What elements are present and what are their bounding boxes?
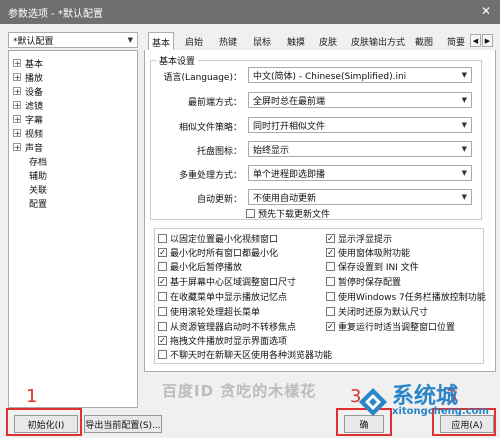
option-checkbox[interactable]: 使用滚轮处理超长菜单 <box>158 305 260 318</box>
profile-select-value: *默认配置 <box>13 36 54 47</box>
tree-item[interactable]: 辅助 <box>29 169 47 182</box>
tab-strip: 基本 启始 热键 鼠标 触摸 皮肤 皮肤输出方式 截图 简要 ◀ ▶ <box>144 30 496 52</box>
option-checkbox[interactable]: 保存设置到 INI 文件 <box>326 260 419 273</box>
expand-icon[interactable]: + <box>13 143 21 152</box>
similar-file-label: 相似文件策略： <box>178 123 242 133</box>
checkbox-box[interactable]: ✓ <box>326 233 335 243</box>
checkbox-box[interactable]: ✓ <box>158 247 167 257</box>
expand-icon[interactable]: + <box>13 73 21 82</box>
tab-basic[interactable]: 基本 <box>148 32 175 52</box>
watermark-url: xitongcheng.com <box>392 406 489 417</box>
option-checkbox[interactable]: 不聊天时在新聊天区使用各种浏览器功能 <box>158 348 332 361</box>
on-top-label: 最前端方式： <box>187 98 242 108</box>
option-checkbox[interactable]: 以固定位置最小化视频窗口 <box>158 232 278 245</box>
checkbox-box[interactable]: ✓ <box>326 247 335 257</box>
checkbox-box[interactable] <box>158 321 167 331</box>
expand-icon[interactable]: + <box>13 129 21 138</box>
option-checkbox[interactable]: 最小化后暂停播放 <box>158 260 242 273</box>
tab-skin-output[interactable]: 皮肤输出方式 <box>348 34 408 49</box>
multi-process-label: 多重处理方式： <box>178 171 242 181</box>
option-checkbox[interactable]: ✓ 拖拽文件播放时显示界面选项 <box>158 334 287 347</box>
checkbox-box[interactable] <box>326 291 335 301</box>
tab-startup[interactable]: 启始 <box>182 34 206 49</box>
checkbox-box[interactable]: ✓ <box>158 276 167 286</box>
option-checkbox[interactable]: ✓ 重复运行时适当调整窗口位置 <box>326 320 455 333</box>
tab-scroll-right-button[interactable]: ▶ <box>482 34 493 47</box>
category-tree: + 基本 + 播放 + 设备 + 滤镜 + 字幕 + 视频 + 声音 存档 辅助 关联 配置 <box>8 50 138 408</box>
checkbox-box[interactable] <box>246 208 255 218</box>
tree-item[interactable]: + 滤镜 <box>13 99 43 112</box>
option-checkbox[interactable]: ✓ 使用窗体吸附功能 <box>326 246 410 259</box>
expand-icon[interactable]: + <box>13 101 21 110</box>
auto-update-label: 自动更新： <box>196 195 242 205</box>
checkbox-box[interactable] <box>158 349 167 359</box>
multi-process-select[interactable]: 单个进程即选即播 ▼ <box>248 165 472 181</box>
checkbox-box[interactable] <box>158 291 167 301</box>
on-top-select[interactable]: 全屏时总在最前端 ▼ <box>248 92 472 108</box>
predownload-checkbox[interactable]: 预先下载更新文件 <box>246 207 330 220</box>
tree-item[interactable]: + 字幕 <box>13 113 43 126</box>
tree-item[interactable]: + 声音 <box>13 141 43 154</box>
expand-icon[interactable]: + <box>13 115 21 124</box>
tab-scroll-left-button[interactable]: ◀ <box>470 34 481 47</box>
tree-item[interactable]: 配置 <box>29 197 47 210</box>
language-select[interactable]: 中文(简体) - Chinese(Simplified).ini ▼ <box>248 67 472 83</box>
chevron-down-icon: ▼ <box>461 96 467 104</box>
close-button[interactable]: ✕ <box>476 2 496 20</box>
chevron-down-icon: ▼ <box>461 193 467 201</box>
annotation-number: 1 <box>26 386 38 407</box>
tree-item[interactable]: + 视频 <box>13 127 43 140</box>
checkbox-box[interactable] <box>158 261 167 271</box>
option-checkbox[interactable]: ✓ 显示浮显提示 <box>326 232 392 245</box>
option-checkbox[interactable]: 暂停时保存配置 <box>326 275 401 288</box>
chevron-down-icon: ▼ <box>461 71 467 79</box>
export-config-button[interactable]: 导出当前配置(S)... <box>84 415 162 433</box>
tree-item[interactable]: + 播放 <box>13 71 43 84</box>
checkbox-box[interactable] <box>158 306 167 316</box>
tab-skin[interactable]: 皮肤 <box>316 34 340 49</box>
language-label: 语言(Language)： <box>163 73 242 83</box>
checkbox-box[interactable]: ✓ <box>158 335 167 345</box>
checkbox-box[interactable]: ✓ <box>326 321 335 331</box>
tab-touch[interactable]: 触摸 <box>284 34 308 49</box>
chevron-down-icon: ▼ <box>461 121 467 129</box>
tab-hotkeys[interactable]: 热键 <box>216 34 240 49</box>
watermark-text: 百度ID 贪吃的木樣花 <box>162 382 317 400</box>
expand-icon[interactable]: + <box>13 87 21 96</box>
profile-select[interactable]: *默认配置 ▼ <box>8 32 138 48</box>
tray-icon-label: 托盘图标： <box>196 147 242 157</box>
brand-logo-icon <box>359 388 387 416</box>
chevron-down-icon: ▼ <box>461 169 467 177</box>
tree-item[interactable]: 存档 <box>29 155 47 168</box>
option-checkbox[interactable]: 在收藏菜单中显示播放记忆点 <box>158 290 287 303</box>
expand-icon[interactable]: + <box>13 59 21 68</box>
annotation-box <box>6 408 82 436</box>
chevron-down-icon: ▼ <box>127 36 133 44</box>
option-checkbox[interactable]: 从资源管理器启动时不转移焦点 <box>158 320 296 333</box>
tab-mouse[interactable]: 鼠标 <box>250 34 274 49</box>
option-checkbox[interactable]: ✓ 基于屏幕中心区域调整窗口尺寸 <box>158 275 296 288</box>
option-checkbox[interactable]: ✓ 最小化时所有窗口都最小化 <box>158 246 278 259</box>
tab-summary[interactable]: 简要 <box>444 34 468 49</box>
checkbox-box[interactable] <box>158 233 167 243</box>
tab-screenshot[interactable]: 截图 <box>412 34 436 49</box>
tray-icon-select[interactable]: 始终显示 ▼ <box>248 141 472 157</box>
chevron-down-icon: ▼ <box>461 145 467 153</box>
checkbox-box[interactable] <box>326 261 335 271</box>
checkbox-box[interactable] <box>326 306 335 316</box>
tree-item[interactable]: 关联 <box>29 183 47 196</box>
tree-item[interactable]: + 设备 <box>13 85 43 98</box>
auto-update-select[interactable]: 不使用自动更新 ▼ <box>248 189 472 205</box>
option-checkbox[interactable]: 使用Windows 7任务栏播放控制功能 <box>326 290 486 303</box>
option-checkbox[interactable]: 关闭时还原为默认尺寸 <box>326 305 428 318</box>
window-title: 参数选项 - *默认配置 <box>8 8 103 20</box>
tree-item[interactable]: + 基本 <box>13 57 43 70</box>
similar-file-select[interactable]: 同时打开相似文件 ▼ <box>248 117 472 133</box>
basic-settings-title: 基本设置 <box>156 54 199 67</box>
checkbox-box[interactable] <box>326 276 335 286</box>
title-bar: 参数选项 - *默认配置 ✕ <box>0 0 500 24</box>
